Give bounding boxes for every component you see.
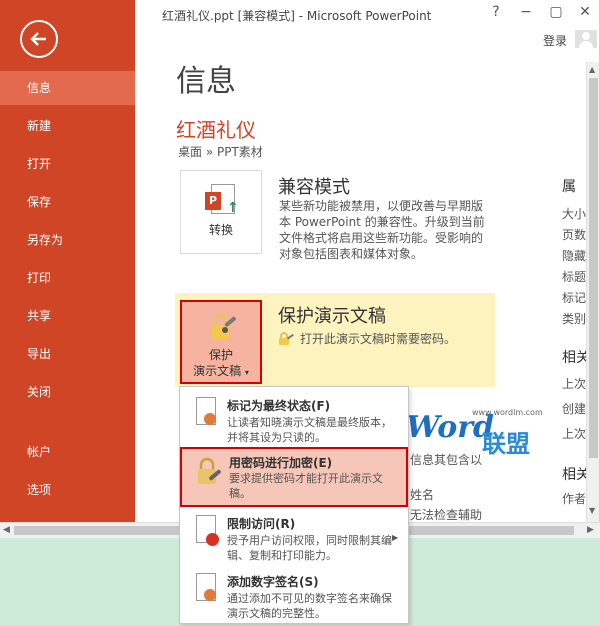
restricted-doc-icon bbox=[194, 515, 220, 547]
prop-hidden: 隐藏 bbox=[562, 249, 587, 263]
inspect-name-partial: 姓名 bbox=[410, 488, 435, 502]
window-title: 红酒礼仪.ppt [兼容模式] - Microsoft PowerPoint bbox=[162, 9, 432, 23]
vertical-scroll-thumb[interactable] bbox=[589, 78, 598, 458]
inspect-access-partial: 无法检查辅助 bbox=[410, 508, 483, 522]
prop-title: 标题 bbox=[562, 270, 587, 284]
date-created: 创建 bbox=[562, 402, 587, 416]
scroll-right-icon[interactable]: ▶ bbox=[587, 525, 594, 535]
back-arrow-icon bbox=[30, 32, 46, 46]
minimize-button[interactable]: − bbox=[518, 4, 534, 20]
protect-dropdown-menu: 标记为最终状态(F) 让读者知晓演示文稿是最终版本，并将其设为只读的。 用密码进… bbox=[179, 386, 409, 624]
compat-heading: 兼容模式 bbox=[278, 177, 350, 198]
convert-button[interactable]: P ↑ 转换 bbox=[180, 170, 262, 254]
sidebar-item-print[interactable]: 打印 bbox=[0, 261, 135, 295]
sidebar-item-info[interactable]: 信息 bbox=[0, 71, 135, 105]
document-title: 红酒礼仪 bbox=[176, 118, 256, 142]
date-printed: 上次 bbox=[562, 427, 587, 441]
convert-button-label: 转换 bbox=[208, 223, 233, 237]
sidebar-item-save[interactable]: 保存 bbox=[0, 185, 135, 219]
sidebar-item-new[interactable]: 新建 bbox=[0, 109, 135, 143]
convert-ppt-icon: P ↑ bbox=[205, 184, 239, 220]
sidebar-item-save-as[interactable]: 另存为 bbox=[0, 223, 135, 257]
lock-key-icon bbox=[198, 457, 221, 484]
menu-item-restrict-access[interactable]: 限制访问(R) 授予用户访问权限，同时限制其编辑、复制和打印能力。 ▶ bbox=[180, 509, 408, 569]
breadcrumb[interactable]: 桌面 » PPT素材 bbox=[178, 143, 263, 160]
menu-item-encrypt-password[interactable]: 用密码进行加密(E) 要求提供密码才能打开此演示文稿。 bbox=[180, 447, 408, 507]
prop-tags: 标记 bbox=[562, 291, 587, 305]
protect-label-2: 演示文稿 ▾ bbox=[193, 364, 249, 378]
prop-size: 大小 bbox=[562, 207, 587, 221]
prop-author: 作者 bbox=[562, 492, 587, 506]
properties-heading: 属 bbox=[562, 179, 576, 195]
sidebar-item-share[interactable]: 共享 bbox=[0, 299, 135, 333]
help-button[interactable]: ? bbox=[488, 4, 504, 20]
maximize-button[interactable]: ▢ bbox=[548, 4, 564, 20]
sidebar-item-open[interactable]: 打开 bbox=[0, 147, 135, 181]
backstage-sidebar: 信息 新建 打开 保存 另存为 打印 共享 导出 关闭 帐户 选项 bbox=[0, 0, 135, 522]
watermark-logo: www.wordlm.com Word 联盟 bbox=[406, 408, 543, 458]
close-button[interactable]: ✕ bbox=[577, 4, 593, 20]
sidebar-item-export[interactable]: 导出 bbox=[0, 337, 135, 371]
sidebar-item-options[interactable]: 选项 bbox=[0, 473, 135, 507]
small-lock-icon bbox=[279, 332, 294, 345]
protect-label-1: 保护 bbox=[208, 348, 233, 362]
lock-key-icon bbox=[212, 313, 236, 339]
protect-presentation-button[interactable]: 保护 演示文稿 ▾ bbox=[180, 300, 262, 384]
scroll-up-icon[interactable]: ▲ bbox=[589, 65, 595, 74]
signature-doc-icon bbox=[194, 573, 220, 605]
submenu-arrow-icon: ▶ bbox=[392, 533, 399, 542]
sidebar-item-close[interactable]: 关闭 bbox=[0, 375, 135, 409]
login-link[interactable]: 登录 bbox=[543, 32, 567, 49]
ribbon-doc-icon bbox=[194, 397, 220, 429]
scroll-down-icon[interactable]: ▼ bbox=[589, 506, 595, 515]
date-modified: 上次 bbox=[562, 377, 587, 391]
avatar[interactable] bbox=[575, 30, 597, 48]
vertical-scrollbar[interactable]: ▲ ▼ bbox=[586, 62, 599, 522]
prop-pages: 页数 bbox=[562, 228, 587, 242]
back-button[interactable] bbox=[20, 20, 58, 58]
scroll-left-icon[interactable]: ◀ bbox=[3, 525, 10, 535]
prop-category: 类别 bbox=[562, 312, 587, 326]
menu-item-digital-signature[interactable]: 添加数字签名(S) 通过添加不可见的数字签名来确保演示文稿的完整性。 bbox=[180, 567, 408, 626]
menu-item-mark-final[interactable]: 标记为最终状态(F) 让读者知晓演示文稿是最终版本，并将其设为只读的。 bbox=[180, 391, 408, 451]
compat-description: 某些新功能被禁用，以便改善与早期版 本 PowerPoint 的兼容性。升级到当… bbox=[279, 199, 485, 261]
page-title: 信息 bbox=[176, 64, 236, 99]
protect-heading: 保护演示文稿 bbox=[278, 306, 386, 327]
protect-description: 打开此演示文稿时需要密码。 bbox=[300, 332, 457, 346]
sidebar-item-account[interactable]: 帐户 bbox=[0, 435, 135, 469]
